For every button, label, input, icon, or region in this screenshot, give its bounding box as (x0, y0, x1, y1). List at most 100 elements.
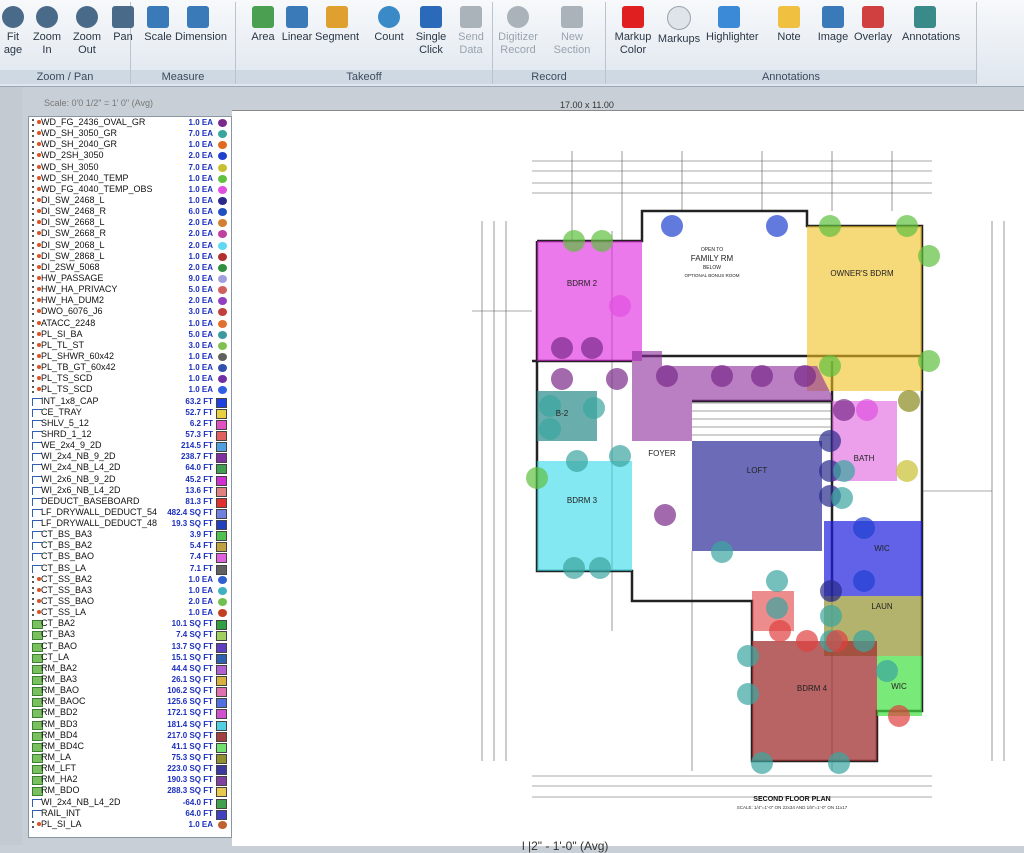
takeoff-item-row[interactable]: DI_SW_2468_L 1.0 EA (29, 195, 231, 206)
takeoff-item-row[interactable]: WD_SH_2040_TEMP 1.0 EA (29, 173, 231, 184)
takeoff-item-row[interactable]: WD_2SH_3050 2.0 EA (29, 150, 231, 161)
takeoff-item-row[interactable]: CT_BS_LA 7.1 FT (29, 563, 231, 575)
takeoff-item-row[interactable]: RM_BD4 217.0 SQ FT (29, 730, 231, 742)
takeoff-item-row[interactable]: PL_TS_SCD 1.0 EA (29, 373, 231, 384)
takeoff-item-row[interactable]: WI_2x4_NB_L4_2D -64.0 FT (29, 797, 231, 809)
tool-dimension-button[interactable]: Dimension (175, 6, 227, 44)
takeoff-item-row[interactable]: HW_HA_DUM2 2.0 EA (29, 295, 231, 306)
takeoff-item-row[interactable]: HW_PASSAGE 9.0 EA (29, 273, 231, 284)
takeoff-color-swatch[interactable] (218, 208, 227, 217)
takeoff-item-row[interactable]: SHLV_5_12 6.2 FT (29, 418, 231, 430)
takeoff-item-row[interactable]: CT_BA2 10.1 SQ FT (29, 618, 231, 631)
takeoff-item-row[interactable]: CT_BS_BA3 3.9 FT (29, 529, 231, 542)
takeoff-item-row[interactable]: CT_SS_BAO 2.0 EA (29, 596, 231, 607)
takeoff-item-row[interactable]: WE_2x4_9_2D 214.5 FT (29, 440, 231, 453)
tool-markup-color-button[interactable]: Markup Color (610, 6, 656, 57)
takeoff-item-row[interactable]: CT_SS_LA 1.0 EA (29, 607, 231, 618)
tool-note-button[interactable]: Note (766, 6, 812, 44)
takeoff-item-row[interactable]: RM_BD4C 41.1 SQ FT (29, 741, 231, 753)
takeoff-color-swatch[interactable] (218, 341, 227, 350)
takeoff-item-row[interactable]: PL_TB_GT_60x42 1.0 EA (29, 362, 231, 373)
takeoff-item-row[interactable]: DI_SW_2668_R 2.0 EA (29, 228, 231, 239)
takeoff-item-row[interactable]: RAIL_INT 64.0 FT (29, 808, 231, 820)
takeoff-color-swatch[interactable] (218, 263, 227, 272)
tool-overlay-button[interactable]: Overlay (850, 6, 896, 44)
takeoff-color-swatch[interactable] (218, 241, 227, 250)
tool-markups-cloud-button[interactable]: Markups (656, 6, 702, 46)
takeoff-item-row[interactable]: DWO_6076_J6 3.0 EA (29, 306, 231, 317)
takeoff-color-swatch[interactable] (218, 352, 227, 361)
takeoff-color-swatch[interactable] (218, 330, 227, 339)
takeoff-item-row[interactable]: WD_FG_2436_OVAL_GR 1.0 EA (29, 117, 231, 128)
takeoff-color-swatch[interactable] (218, 364, 227, 373)
takeoff-item-row[interactable]: PL_SI_LA 1.0 EA (29, 819, 231, 830)
takeoff-item-row[interactable]: INT_1x8_CAP 63.2 FT (29, 396, 231, 408)
takeoff-item-row[interactable]: RM_BA2 44.4 SQ FT (29, 663, 231, 675)
takeoff-color-swatch[interactable] (218, 297, 227, 306)
takeoff-color-swatch[interactable] (218, 609, 227, 618)
takeoff-color-swatch[interactable] (218, 820, 227, 829)
tool-digitizer-button[interactable]: Digitizer Record (495, 6, 541, 57)
takeoff-color-swatch[interactable] (218, 575, 227, 584)
takeoff-item-row[interactable]: RM_BAOC 125.6 SQ FT (29, 696, 231, 709)
takeoff-color-swatch[interactable] (218, 286, 227, 295)
takeoff-item-row[interactable]: CT_SS_BA3 1.0 EA (29, 585, 231, 596)
takeoff-color-swatch[interactable] (218, 219, 227, 228)
takeoff-item-row[interactable]: WD_FG_4040_TEMP_OBS 1.0 EA (29, 184, 231, 195)
takeoff-color-swatch[interactable] (218, 598, 227, 607)
takeoff-item-row[interactable]: CT_BA3 7.4 SQ FT (29, 629, 231, 642)
takeoff-color-swatch[interactable] (218, 230, 227, 239)
takeoff-item-row[interactable]: CT_SS_BA2 1.0 EA (29, 574, 231, 585)
takeoff-item-row[interactable]: WI_2x4_NB_9_2D 238.7 FT (29, 451, 231, 464)
takeoff-color-swatch[interactable] (218, 141, 227, 150)
tool-annotations-button[interactable]: Annotations (902, 6, 960, 44)
takeoff-item-row[interactable]: LF_DRYWALL_DEDUCT_48 19.3 SQ FT (29, 518, 231, 531)
takeoff-color-swatch[interactable] (218, 119, 227, 127)
takeoff-item-row[interactable]: RM_BAO 106.2 SQ FT (29, 685, 231, 698)
takeoff-item-row[interactable]: LF_DRYWALL_DEDUCT_54 482.4 SQ FT (29, 507, 231, 519)
takeoff-item-row[interactable]: RM_HA2 190.3 SQ FT (29, 774, 231, 787)
takeoff-item-row[interactable]: DI_SW_2868_L 1.0 EA (29, 251, 231, 262)
takeoff-item-row[interactable]: RM_BDO 288.3 SQ FT (29, 785, 231, 798)
takeoff-color-swatch[interactable] (218, 185, 227, 194)
takeoff-item-row[interactable]: CE_TRAY 52.7 FT (29, 407, 231, 419)
takeoff-item-row[interactable]: RM_LFT 223.0 SQ FT (29, 763, 231, 776)
tool-send-data-button[interactable]: Send Data (448, 6, 494, 57)
tool-new-section-button[interactable]: New Section (549, 6, 595, 57)
takeoff-item-row[interactable]: CT_BS_BA2 5.4 FT (29, 540, 231, 553)
takeoff-item-row[interactable]: RM_BD3 181.4 SQ FT (29, 719, 231, 731)
takeoff-item-row[interactable]: WD_SH_3050_GR 7.0 EA (29, 128, 231, 139)
takeoff-color-swatch[interactable] (218, 196, 227, 205)
takeoff-item-row[interactable]: PL_TL_ST 3.0 EA (29, 340, 231, 351)
takeoff-color-swatch[interactable] (218, 252, 227, 261)
takeoff-color-swatch[interactable] (218, 163, 227, 172)
takeoff-color-swatch[interactable] (218, 130, 227, 139)
takeoff-item-row[interactable]: WI_2x4_NB_L4_2D 64.0 FT (29, 462, 231, 475)
takeoff-item-row[interactable]: ATACC_2248 1.0 EA (29, 318, 231, 329)
takeoff-color-swatch[interactable] (218, 319, 227, 328)
takeoff-item-row[interactable]: PL_SI_BA 5.0 EA (29, 329, 231, 340)
takeoff-item-row[interactable]: CT_LA 15.1 SQ FT (29, 652, 231, 664)
takeoff-item-row[interactable]: RM_LA 75.3 SQ FT (29, 752, 231, 765)
takeoff-item-row[interactable]: DEDUCT_BASEBOARD 81.3 FT (29, 496, 231, 508)
takeoff-color-swatch[interactable] (218, 152, 227, 161)
takeoff-item-row[interactable]: WD_SH_2040_GR 1.0 EA (29, 139, 231, 150)
takeoff-item-row[interactable]: HW_HA_PRIVACY 5.0 EA (29, 284, 231, 295)
takeoff-item-row[interactable]: WI_2x6_NB_L4_2D 13.6 FT (29, 485, 231, 497)
takeoff-item-row[interactable]: DI_SW_2668_L 2.0 EA (29, 217, 231, 228)
tool-highlighter-button[interactable]: Highlighter (706, 6, 759, 44)
takeoff-item-row[interactable]: RM_BA3 26.1 SQ FT (29, 674, 231, 687)
tool-segment-button[interactable]: Segment (314, 6, 360, 44)
takeoff-items-panel[interactable]: WD_FG_2436_OVAL_GR 1.0 EA WD_SH_3050_GR 7.0… (28, 116, 232, 838)
takeoff-color-swatch[interactable] (218, 174, 227, 183)
takeoff-color-swatch[interactable] (218, 274, 227, 283)
takeoff-item-row[interactable]: CT_BS_BAO 7.4 FT (29, 551, 231, 564)
takeoff-item-row[interactable]: WI_2x6_NB_9_2D 45.2 FT (29, 474, 231, 486)
drawing-canvas[interactable]: BDRM 2 FAMILY RM OWNER'S BDRM B-2 FOYER LOFT B… (232, 110, 1024, 853)
takeoff-color-swatch[interactable] (218, 308, 227, 317)
takeoff-item-row[interactable]: PL_SHWR_60x42 1.0 EA (29, 351, 231, 362)
takeoff-item-row[interactable]: SHRD_1_12 57.3 FT (29, 429, 231, 441)
takeoff-color-swatch[interactable] (218, 375, 227, 384)
takeoff-color-swatch[interactable] (218, 586, 227, 595)
takeoff-item-row[interactable]: DI_SW_2468_R 6.0 EA (29, 206, 231, 217)
